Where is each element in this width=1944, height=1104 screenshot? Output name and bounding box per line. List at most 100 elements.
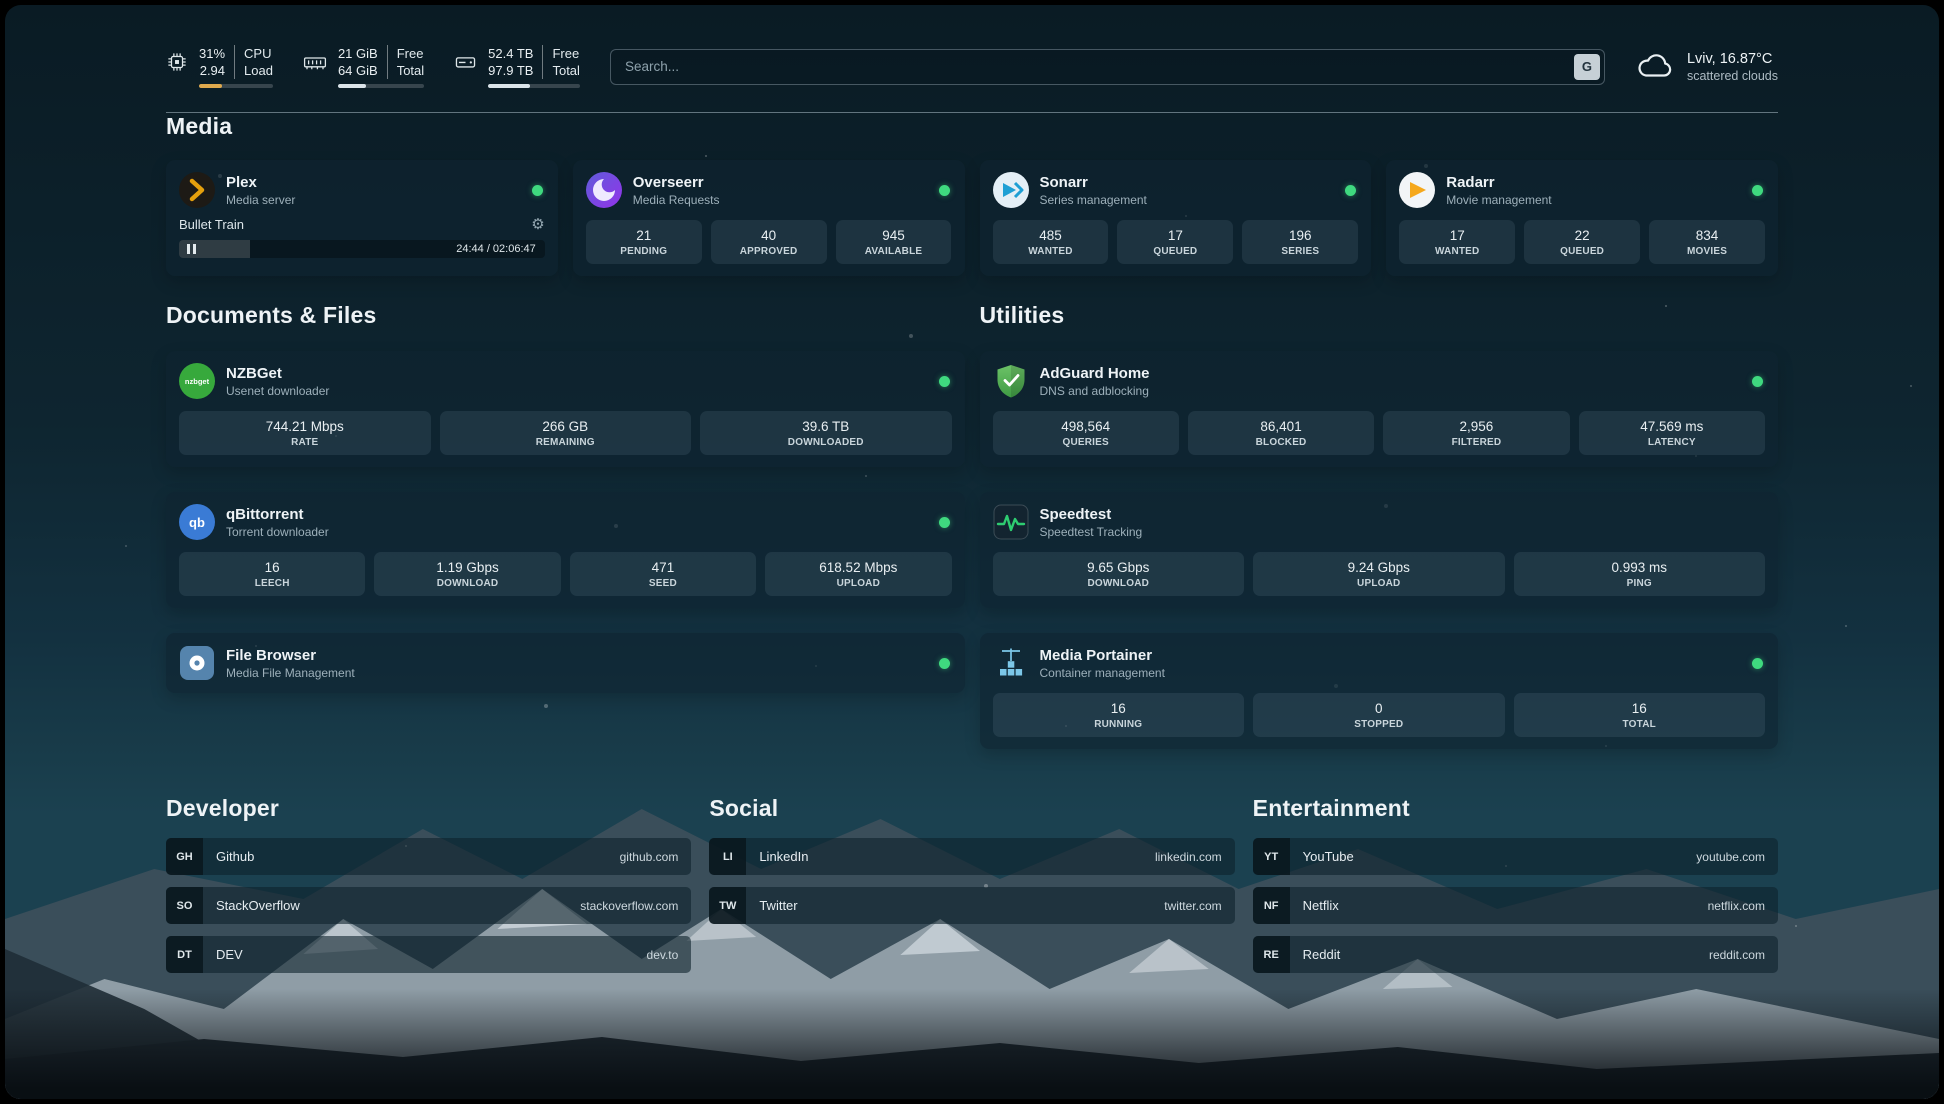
bookmark-dev[interactable]: DT DEV dev.to [166, 936, 691, 973]
app-card-radarr[interactable]: Radarr Movie management 17WANTED 22QUEUE… [1386, 160, 1778, 276]
cpu-percent: 31% [199, 45, 235, 62]
dev-icon: DT [166, 936, 203, 973]
status-dot-online [1345, 185, 1356, 196]
status-dot-online [1752, 185, 1763, 196]
github-icon: GH [166, 838, 203, 875]
disk-free-label: Free [543, 45, 579, 62]
cpu-bar [199, 84, 273, 88]
overseerr-icon [586, 172, 622, 208]
app-card-adguard[interactable]: AdGuard Home DNS and adblocking 498,564Q… [980, 351, 1779, 467]
app-name: Sonarr [1040, 174, 1335, 191]
adguard-icon [993, 363, 1029, 399]
cpu-load-value: 2.94 [199, 62, 235, 79]
search-input[interactable] [610, 49, 1605, 85]
top-bar: 31% CPU 2.94 Load 21 GiB [166, 45, 1778, 88]
bookmark-name: YouTube [1303, 849, 1697, 864]
app-card-plex[interactable]: Plex Media server Bullet Train ⚙ 24:44 /… [166, 160, 558, 276]
bookmark-github[interactable]: GH Github github.com [166, 838, 691, 875]
cpu-icon [166, 51, 188, 73]
bookmark-url: youtube.com [1696, 850, 1765, 864]
search-engine-button[interactable]: G [1574, 54, 1600, 80]
bookmark-linkedin[interactable]: LI LinkedIn linkedin.com [709, 838, 1234, 875]
app-name: NZBGet [226, 365, 928, 382]
status-dot-online [1752, 376, 1763, 387]
stat-queued: 22QUEUED [1524, 220, 1640, 264]
cpu-label: CPU [235, 45, 273, 62]
stat-latency: 47.569 msLATENCY [1579, 411, 1765, 455]
svg-text:qb: qb [189, 515, 205, 530]
status-dot-online [939, 517, 950, 528]
cpu-widget: 31% CPU 2.94 Load [166, 45, 273, 88]
stat-upload: 9.24 GbpsUPLOAD [1253, 552, 1505, 596]
bookmarks-entertainment: Entertainment YT YouTube youtube.com NF … [1253, 795, 1778, 985]
pause-icon[interactable] [187, 244, 196, 254]
app-card-portainer[interactable]: Media Portainer Container management 16R… [980, 633, 1779, 749]
bookmarks-social: Social LI LinkedIn linkedin.com TW Twitt… [709, 795, 1234, 985]
stat-total: 16TOTAL [1514, 693, 1766, 737]
stat-wanted: 17WANTED [1399, 220, 1515, 264]
bookmark-name: Netflix [1303, 898, 1708, 913]
app-subtitle: Torrent downloader [226, 525, 928, 539]
status-dot-online [939, 658, 950, 669]
status-dot-online [939, 185, 950, 196]
bookmark-reddit[interactable]: RE Reddit reddit.com [1253, 936, 1778, 973]
radarr-icon [1399, 172, 1435, 208]
app-card-speedtest[interactable]: Speedtest Speedtest Tracking 9.65 GbpsDO… [980, 492, 1779, 608]
settings-gear-icon[interactable]: ⚙ [531, 217, 544, 232]
stat-leech: 16LEECH [179, 552, 365, 596]
bookmark-stackoverflow[interactable]: SO StackOverflow stackoverflow.com [166, 887, 691, 924]
section-title-developer: Developer [166, 795, 691, 822]
status-dot-online [532, 185, 543, 196]
app-subtitle: Container management [1040, 666, 1742, 680]
stat-wanted: 485WANTED [993, 220, 1109, 264]
stat-stopped: 0STOPPED [1253, 693, 1505, 737]
stat-approved: 40APPROVED [711, 220, 827, 264]
app-name: Radarr [1446, 174, 1741, 191]
speedtest-icon [993, 504, 1029, 540]
weather-widget: Lviv, 16.87°C scattered clouds [1635, 51, 1778, 83]
stat-download: 1.19 GbpsDOWNLOAD [374, 552, 560, 596]
disk-icon [454, 51, 477, 73]
linkedin-icon: LI [709, 838, 746, 875]
ram-free-value: 21 GiB [338, 45, 388, 62]
svg-text:nzbget: nzbget [185, 377, 210, 386]
section-title-utilities: Utilities [980, 302, 1779, 329]
stat-running: 16RUNNING [993, 693, 1245, 737]
bookmark-name: Twitter [759, 898, 1164, 913]
app-subtitle: DNS and adblocking [1040, 384, 1742, 398]
app-card-filebrowser[interactable]: File Browser Media File Management [166, 633, 965, 693]
section-title-media: Media [166, 113, 1778, 140]
app-subtitle: Usenet downloader [226, 384, 928, 398]
youtube-icon: YT [1253, 838, 1290, 875]
snow-specks [5, 5, 7, 7]
app-subtitle: Movie management [1446, 193, 1741, 207]
app-card-qbittorrent[interactable]: qb qBittorrent Torrent downloader 16LEEC… [166, 492, 965, 608]
bookmark-twitter[interactable]: TW Twitter twitter.com [709, 887, 1234, 924]
app-name: Speedtest [1040, 506, 1766, 523]
status-dot-online [939, 376, 950, 387]
section-title-documents: Documents & Files [166, 302, 965, 329]
bookmark-url: linkedin.com [1155, 850, 1222, 864]
stat-blocked: 86,401BLOCKED [1188, 411, 1374, 455]
ram-widget: 21 GiB Free 64 GiB Total [303, 45, 424, 88]
stackoverflow-icon: SO [166, 887, 203, 924]
app-subtitle: Speedtest Tracking [1040, 525, 1766, 539]
app-name: File Browser [226, 647, 928, 664]
section-title-social: Social [709, 795, 1234, 822]
ram-total-label: Total [388, 62, 424, 79]
app-card-sonarr[interactable]: Sonarr Series management 485WANTED 17QUE… [980, 160, 1372, 276]
playback-time: 24:44 / 02:06:47 [456, 243, 536, 255]
plex-icon [179, 172, 215, 208]
bookmark-url: dev.to [647, 948, 679, 962]
app-card-nzbget[interactable]: nzbget NZBGet Usenet downloader 744.21 M… [166, 351, 965, 467]
bookmark-youtube[interactable]: YT YouTube youtube.com [1253, 838, 1778, 875]
stat-pending: 21PENDING [586, 220, 702, 264]
app-name: Plex [226, 174, 521, 191]
bookmark-netflix[interactable]: NF Netflix netflix.com [1253, 887, 1778, 924]
ram-total-value: 64 GiB [338, 62, 388, 79]
documents-column: Documents & Files nzbget NZBGet Usenet d [166, 302, 965, 749]
bookmarks-developer: Developer GH Github github.com SO StackO… [166, 795, 691, 985]
app-card-overseerr[interactable]: Overseerr Media Requests 21PENDING 40APP… [573, 160, 965, 276]
bookmark-url: netflix.com [1708, 899, 1765, 913]
stat-ping: 0.993 msPING [1514, 552, 1766, 596]
